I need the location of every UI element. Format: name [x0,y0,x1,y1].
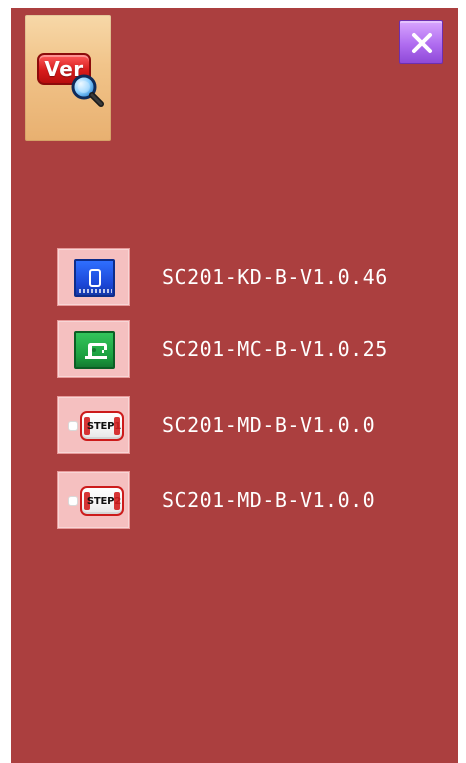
step1-version-text: SC201-MD-B-V1.0.0 [162,413,376,437]
version-row-step1: STEP1 SC201-MD-B-V1.0.0 [57,396,437,454]
step1-motor-icon: STEP1 [57,396,130,454]
phone-icon [89,269,101,287]
version-row-panel: SC201-KD-B-V1.0.46 [57,248,437,306]
panel-screen-icon [74,259,115,297]
step2-motor-icon: STEP2 [57,471,130,529]
close-icon [412,33,432,53]
version-screen: Ver SC201-KD-B-V1.0.46 SC201-MC-B-V1.0.2… [11,8,458,763]
motor-body-icon: STEP2 [80,486,124,516]
motor-right-bar [114,417,120,435]
main-control-board-icon [74,331,115,369]
step1-motor-graphic: STEP1 [68,411,124,441]
magnifier-icon [71,74,104,107]
step2-version-text: SC201-MD-B-V1.0.0 [162,488,376,512]
plug-icon [68,421,78,431]
close-button[interactable] [399,20,443,64]
motor-body-icon: STEP1 [80,411,124,441]
panel-version-text: SC201-KD-B-V1.0.46 [162,265,388,289]
plug-icon [68,496,78,506]
version-info-icon: Ver [25,15,111,141]
version-row-step2: STEP2 SC201-MD-B-V1.0.0 [57,471,437,529]
main-control-icon [57,320,130,378]
circuit-dots [79,289,112,293]
panel-icon [57,248,130,306]
main-control-version-text: SC201-MC-B-V1.0.25 [162,337,388,361]
step2-motor-graphic: STEP2 [68,486,124,516]
sewing-machine-icon [85,343,107,359]
version-row-main-control: SC201-MC-B-V1.0.25 [57,320,437,378]
motor-right-bar [114,492,120,510]
